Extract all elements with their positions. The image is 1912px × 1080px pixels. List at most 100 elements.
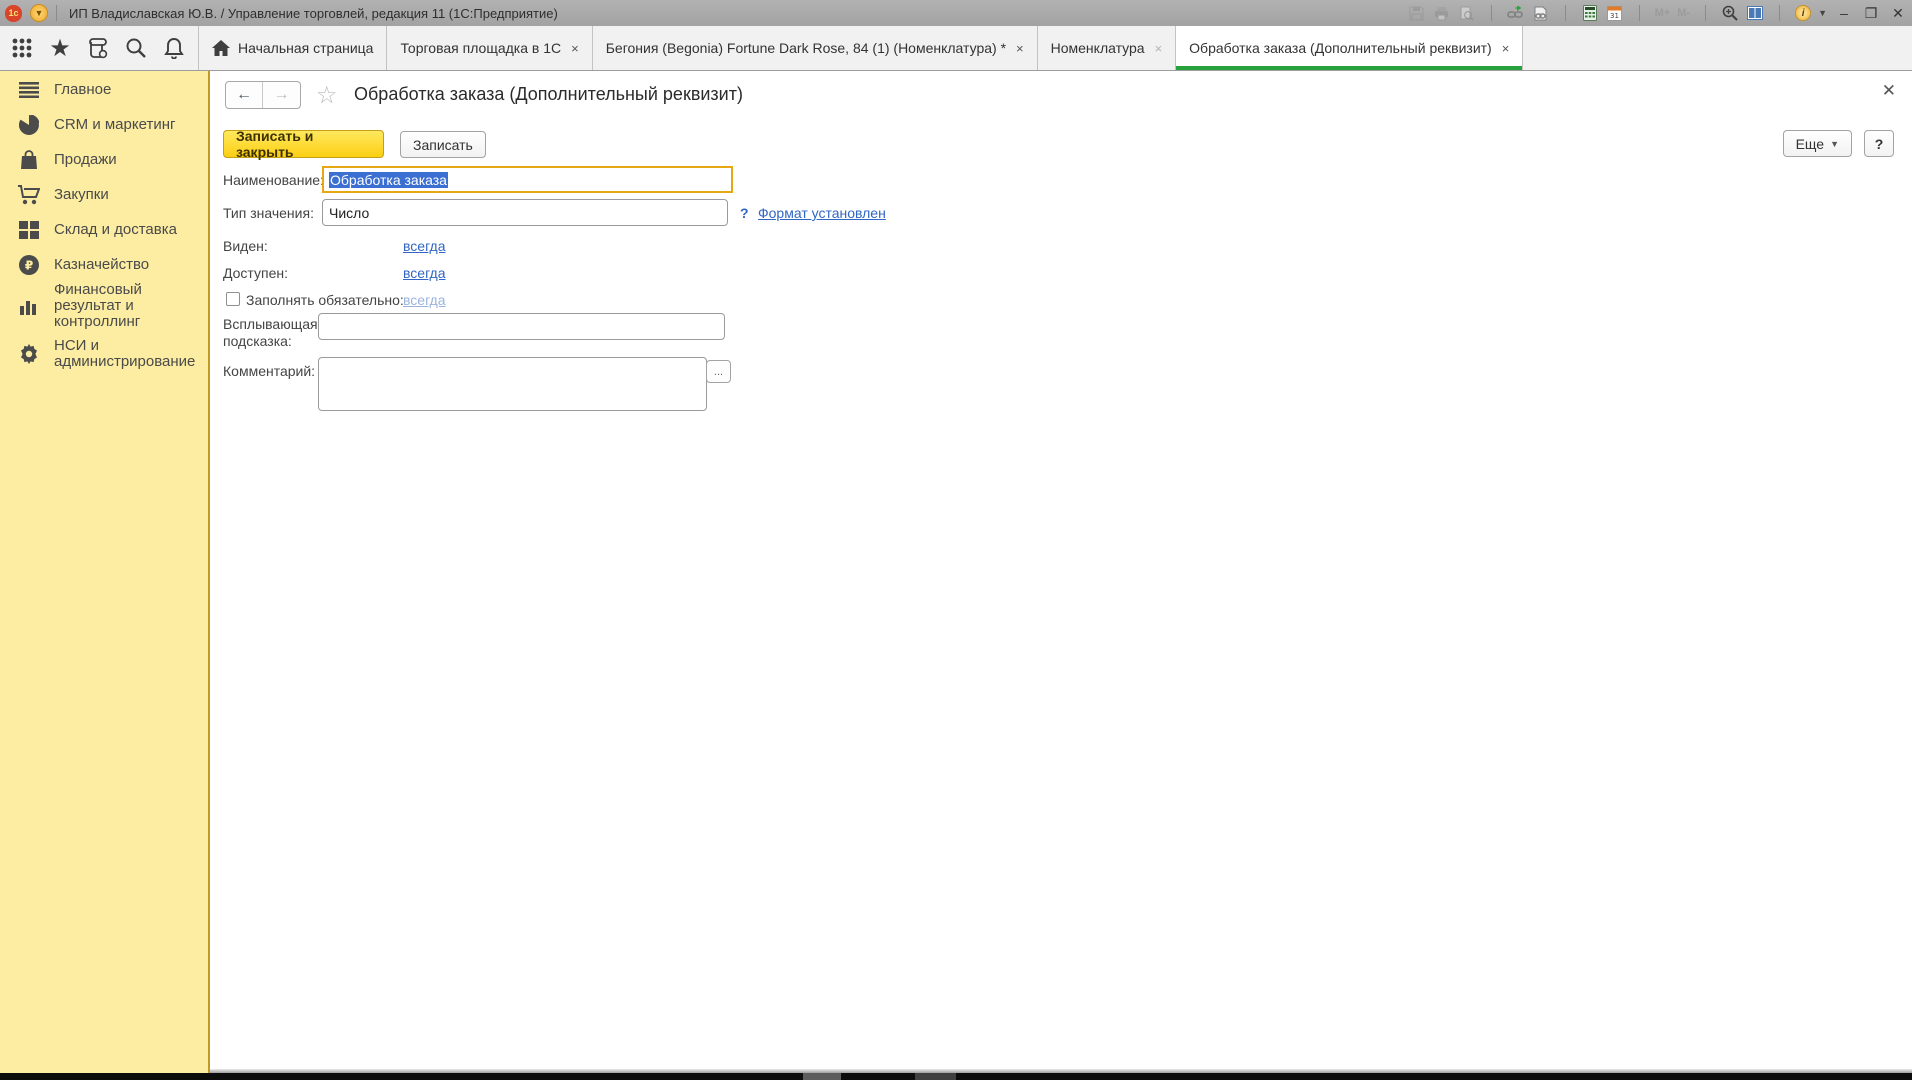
divider xyxy=(56,5,57,21)
zoom-in-icon[interactable] xyxy=(1721,4,1739,22)
forward-button[interactable]: → xyxy=(263,82,300,108)
sidebar-item-label: Казначейство xyxy=(54,255,150,273)
more-button[interactable]: Еще ▼ xyxy=(1782,130,1852,157)
sidebar-item-label: CRM и маркетинг xyxy=(54,115,176,133)
application-window: 1с ▼ ИП Владиславская Ю.В. / Управление … xyxy=(0,0,1912,1080)
close-tab-icon[interactable]: × xyxy=(571,41,579,56)
divider xyxy=(1779,5,1781,21)
tooltip-input[interactable] xyxy=(318,313,725,340)
tab-marketplace[interactable]: Торговая площадка в 1С × xyxy=(387,26,593,70)
close-tab-icon[interactable]: × xyxy=(1502,41,1510,56)
save-and-close-button[interactable]: Записать и закрыть xyxy=(223,128,384,160)
sidebar-item-purchases[interactable]: Закупки xyxy=(0,177,208,212)
more-button-label: Еще xyxy=(1795,135,1825,152)
comment-textarea[interactable] xyxy=(318,357,707,411)
sidebar-item-crm[interactable]: CRM и маркетинг xyxy=(0,107,208,142)
svg-text:31: 31 xyxy=(1610,12,1619,20)
memory-minus-button[interactable]: M- xyxy=(1677,7,1690,19)
sidebar-item-sales[interactable]: Продажи xyxy=(0,142,208,177)
warehouse-icon xyxy=(17,219,41,241)
apps-grid-icon[interactable] xyxy=(8,34,36,62)
calculator-icon[interactable] xyxy=(1581,4,1599,22)
tab-label: Торговая площадка в 1С xyxy=(400,40,562,56)
divider xyxy=(1490,5,1492,21)
menu-icon xyxy=(17,79,41,101)
divider xyxy=(1705,5,1707,21)
close-tab-icon[interactable]: × xyxy=(1155,41,1163,56)
order-processing-form: ← → ☆ Обработка заказа (Дополнительный р… xyxy=(212,71,1912,1069)
taskbar-strip xyxy=(0,1073,1912,1080)
sidebar-item-financial-result[interactable]: Финансовый результат и контроллинг xyxy=(0,282,208,330)
split-columns-icon[interactable] xyxy=(1746,4,1764,22)
home-icon xyxy=(212,40,230,56)
favorite-star-icon[interactable]: ☆ xyxy=(316,81,338,110)
bar-chart-icon xyxy=(17,295,41,317)
visible-label: Виден: xyxy=(223,238,268,254)
help-button[interactable]: ? xyxy=(1864,130,1894,157)
ruble-coin-icon: ₽ xyxy=(17,254,41,276)
search-icon[interactable] xyxy=(122,34,150,62)
memory-plus-button[interactable]: M+ xyxy=(1655,7,1671,19)
comment-label: Комментарий: xyxy=(223,363,316,379)
get-link-icon[interactable] xyxy=(1532,4,1550,22)
visible-always-link[interactable]: всегда xyxy=(403,238,446,254)
sidebar-item-label: Склад и доставка xyxy=(54,220,177,238)
tab-label: Обработка заказа (Дополнительный реквизи… xyxy=(1189,40,1492,56)
name-label: Наименование: xyxy=(223,172,324,188)
print-icon[interactable] xyxy=(1433,4,1451,22)
sidebar-item-main[interactable]: Главное xyxy=(0,72,208,107)
value-type-label: Тип значения: xyxy=(223,205,314,221)
info-icon[interactable]: i xyxy=(1795,5,1812,21)
available-always-link[interactable]: всегда xyxy=(403,265,446,281)
close-tab-icon[interactable]: × xyxy=(1016,41,1024,56)
taskbar-segment xyxy=(803,1073,841,1080)
go-to-link-icon[interactable] xyxy=(1507,4,1525,22)
save-button[interactable]: Записать xyxy=(400,131,486,158)
shopping-bag-icon xyxy=(17,149,41,171)
main-menu-button[interactable]: ▼ xyxy=(30,4,48,22)
sidebar-item-treasury[interactable]: ₽ Казначейство xyxy=(0,247,208,282)
taskbar-segment xyxy=(915,1073,956,1080)
tab-label: Начальная страница xyxy=(238,40,374,56)
sidebar-item-label: Закупки xyxy=(54,185,109,203)
print-preview-icon[interactable] xyxy=(1458,4,1476,22)
sidebar-item-label: Финансовый результат и контроллинг xyxy=(54,281,142,330)
history-icon[interactable] xyxy=(84,34,112,62)
tab-home[interactable]: Начальная страница xyxy=(199,26,388,70)
notifications-bell-icon[interactable] xyxy=(160,34,188,62)
value-type-input[interactable] xyxy=(322,199,728,226)
sidebar-item-label: Главное xyxy=(54,80,112,98)
back-button[interactable]: ← xyxy=(226,82,263,108)
tab-begonia[interactable]: Бегония (Begonia) Fortune Dark Rose, 84 … xyxy=(593,26,1038,70)
sidebar-item-warehouse[interactable]: Склад и доставка xyxy=(0,212,208,247)
tab-label: Бегония (Begonia) Fortune Dark Rose, 84 … xyxy=(605,40,1007,56)
sidebar-item-label: Продажи xyxy=(54,150,117,168)
format-set-link[interactable]: Формат установлен xyxy=(758,205,886,221)
save-icon[interactable] xyxy=(1408,4,1426,22)
sidebar-item-label: НСИ и администрирование xyxy=(54,337,196,370)
info-dropdown-caret-icon[interactable]: ▼ xyxy=(1818,8,1827,18)
selected-text: Обработка заказа xyxy=(329,171,448,188)
tab-nomenclature[interactable]: Номенклатура × xyxy=(1038,26,1177,70)
restore-button[interactable]: ❐ xyxy=(1861,5,1881,22)
tab-strip: ★ Начальная страница Торговая площадка в… xyxy=(0,26,1912,71)
window-title: ИП Владиславская Ю.В. / Управление торго… xyxy=(69,5,558,21)
close-form-icon[interactable]: ✕ xyxy=(1882,81,1896,101)
tab-order-processing[interactable]: Обработка заказа (Дополнительный реквизи… xyxy=(1176,26,1524,70)
favorites-star-icon[interactable]: ★ xyxy=(46,34,74,62)
minimize-button[interactable]: – xyxy=(1834,5,1854,21)
tooltip-label: Всплывающая подсказка: xyxy=(223,316,318,349)
sidebar-item-admin[interactable]: НСИ и администрирование xyxy=(0,330,208,378)
divider xyxy=(1638,5,1640,21)
quick-toolbar: ★ xyxy=(0,26,198,70)
required-always-link[interactable]: всегда xyxy=(403,292,446,308)
required-checkbox[interactable] xyxy=(226,292,240,306)
comment-expand-button[interactable]: ... xyxy=(706,360,731,383)
value-type-hint[interactable]: ? xyxy=(740,205,749,221)
name-input[interactable]: Обработка заказа xyxy=(322,166,733,193)
window-titlebar: 1с ▼ ИП Владиславская Ю.В. / Управление … xyxy=(0,0,1912,26)
pie-chart-icon xyxy=(17,114,41,136)
calendar-icon[interactable]: 31 xyxy=(1606,4,1624,22)
available-label: Доступен: xyxy=(223,265,288,281)
close-window-button[interactable]: ✕ xyxy=(1888,5,1908,22)
